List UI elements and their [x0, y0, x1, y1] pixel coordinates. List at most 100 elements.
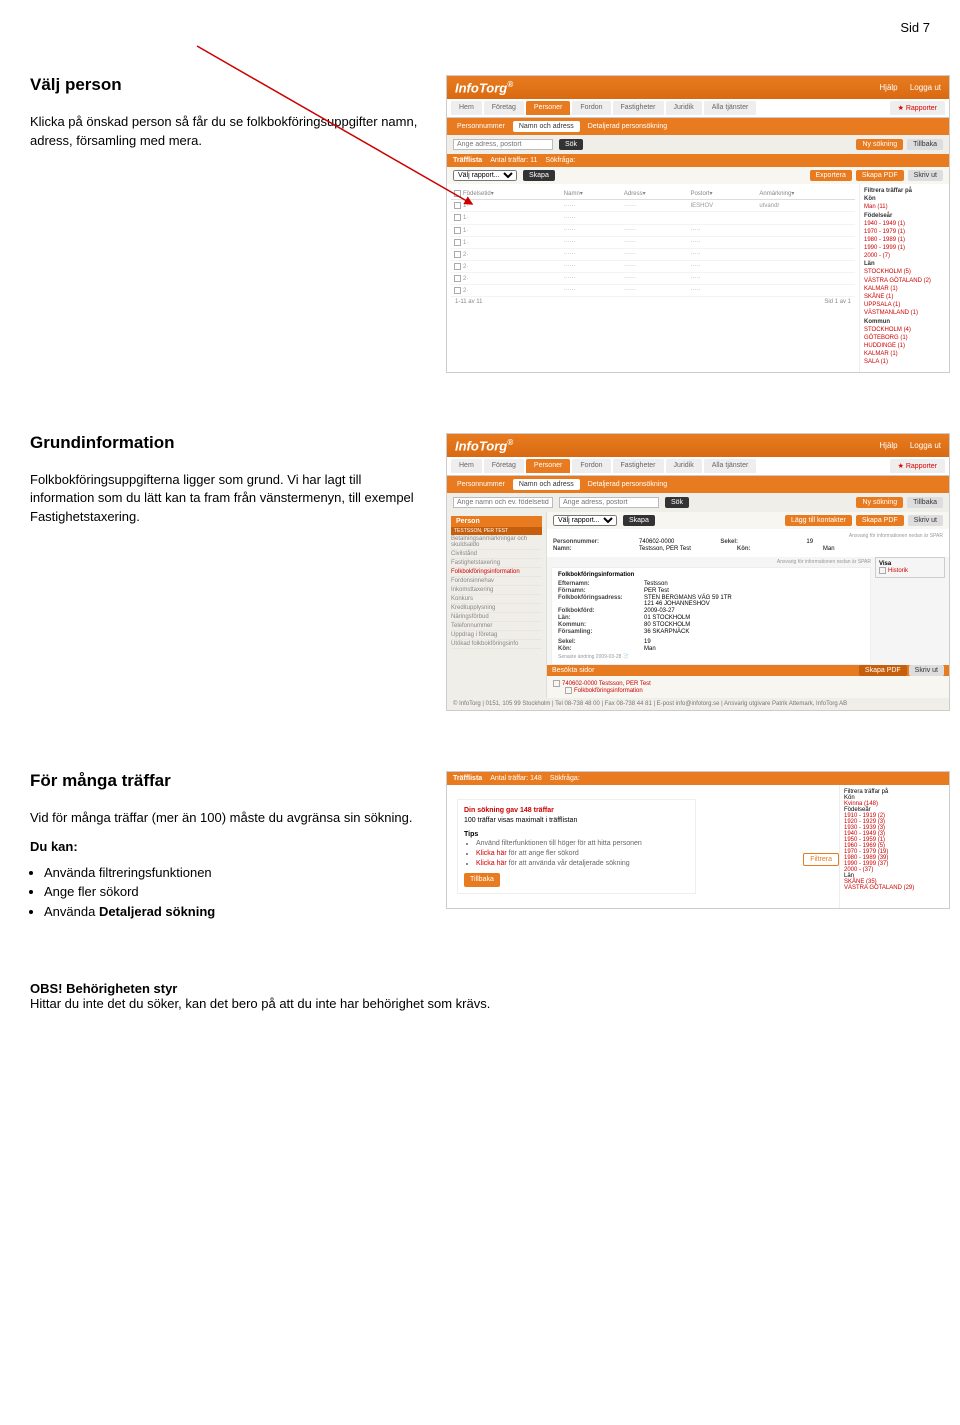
export-button[interactable]: Exportera [810, 170, 852, 181]
back-button[interactable]: Tillbaka [907, 497, 943, 508]
pdf-button[interactable]: Skapa PDF [856, 170, 904, 181]
filter-item[interactable]: KALMAR (1) [864, 351, 945, 358]
filter-item[interactable]: SKÅNE (1) [864, 294, 945, 301]
create-button[interactable]: Skapa [523, 170, 555, 181]
row-checkbox[interactable] [454, 227, 461, 234]
tips-link[interactable]: Klicka här [476, 850, 507, 857]
filter-item[interactable]: 1990 - 1999 (1) [864, 245, 945, 252]
table-row[interactable]: 1·················· [451, 236, 855, 248]
filter-item[interactable]: VÄSTRA GÖTALAND (2) [864, 278, 945, 285]
pdf-button[interactable]: Skapa PDF [859, 665, 907, 676]
filter-item[interactable]: GÖTEBORG (1) [864, 335, 945, 342]
report-select[interactable]: Välj rapport... [453, 170, 517, 181]
menu-item[interactable]: Fordonsinnehav [451, 577, 542, 586]
logout-link[interactable]: Logga ut [910, 441, 941, 450]
row-checkbox[interactable] [454, 263, 461, 270]
table-row[interactable]: 1······· [451, 212, 855, 224]
pdf-button[interactable]: Skapa PDF [856, 515, 904, 526]
subtab-detaljerad[interactable]: Detaljerad personsökning [582, 121, 673, 132]
menu-item[interactable]: Fastighetstaxering [451, 559, 542, 568]
menu-item[interactable]: Utökad folkbokföringsinfo [451, 640, 542, 649]
filter-item[interactable]: 1970 - 1979 (1) [864, 229, 945, 236]
row-checkbox[interactable] [454, 251, 461, 258]
filter-item[interactable]: STOCKHOLM (5) [864, 269, 945, 276]
table-row[interactable]: 2·················· [451, 248, 855, 260]
table-row[interactable]: 1·················· [451, 224, 855, 236]
filter-item[interactable]: VÄSTMANLAND (1) [864, 310, 945, 317]
filter-item[interactable]: STOCKHOLM (4) [864, 327, 945, 334]
row-checkbox[interactable] [454, 239, 461, 246]
menu-item[interactable]: Betalningsanmärkningar och skuldsaldo [451, 535, 542, 550]
filter-item[interactable]: UPPSALA (1) [864, 302, 945, 309]
tab-personer[interactable]: Personer [526, 101, 570, 115]
visa-item[interactable]: Historik [879, 567, 941, 574]
tab-fordon[interactable]: Fordon [572, 101, 610, 115]
menu-item[interactable]: Näringsförbud [451, 613, 542, 622]
row-checkbox[interactable] [454, 202, 461, 209]
tab-juridik[interactable]: Juridik [666, 101, 702, 115]
tab-hem[interactable]: Hem [451, 459, 482, 473]
new-search-button[interactable]: Ny sökning [856, 497, 903, 508]
new-search-button[interactable]: Ny sökning [856, 139, 903, 150]
col-postort[interactable]: Postort▾ [687, 188, 756, 200]
report-select[interactable]: Välj rapport... [553, 515, 617, 526]
checkbox-all[interactable] [454, 190, 461, 197]
search-input-addr[interactable] [559, 497, 659, 508]
menu-item[interactable]: Telefonnummer [451, 622, 542, 631]
table-row[interactable]: 2·················· [451, 272, 855, 284]
tab-rapporter[interactable]: ★Rapporter [890, 101, 945, 115]
row-checkbox[interactable] [454, 275, 461, 282]
filter-button[interactable]: Filtrera [803, 853, 839, 866]
menu-item[interactable]: Uppdrag i företag [451, 631, 542, 640]
col-adress[interactable]: Adress▾ [621, 188, 688, 200]
add-contacts-button[interactable]: Lägg till kontakter [785, 515, 852, 526]
help-link[interactable]: Hjälp [879, 441, 897, 450]
filter-item[interactable]: 2000 - (7) [864, 253, 945, 260]
print-button[interactable]: Skriv ut [908, 170, 943, 181]
col-fodelsetid[interactable]: Födelsetid [463, 191, 491, 197]
table-row[interactable]: 2·················· [451, 284, 855, 296]
subtab-detaljerad[interactable]: Detaljerad personsökning [582, 479, 673, 490]
tab-hem[interactable]: Hem [451, 101, 482, 115]
menu-item[interactable]: Konkurs [451, 595, 542, 604]
row-checkbox[interactable] [454, 287, 461, 294]
visa-checkbox[interactable] [879, 567, 886, 574]
tab-personer[interactable]: Personer [526, 459, 570, 473]
tab-alla[interactable]: Alla tjänster [704, 101, 757, 115]
filter-item[interactable]: SALA (1) [864, 359, 945, 366]
filter-item[interactable]: Man (11) [864, 204, 945, 211]
search-input[interactable] [453, 139, 553, 150]
filter-item[interactable]: HUDDINGE (1) [864, 343, 945, 350]
col-namn[interactable]: Namn▾ [561, 188, 621, 200]
subtab-namn-adress[interactable]: Namn och adress [513, 121, 580, 132]
subtab-personnummer[interactable]: Personnummer [451, 479, 511, 490]
menu-item[interactable]: Civilstånd [451, 550, 542, 559]
tab-fordon[interactable]: Fordon [572, 459, 610, 473]
tab-fastigheter[interactable]: Fastigheter [613, 459, 664, 473]
search-button[interactable]: Sök [559, 139, 583, 150]
tab-alla[interactable]: Alla tjänster [704, 459, 757, 473]
help-link[interactable]: Hjälp [879, 83, 897, 92]
tab-rapporter[interactable]: ★Rapporter [890, 459, 945, 473]
back-button[interactable]: Tillbaka [464, 873, 500, 887]
visited-checkbox[interactable] [553, 680, 560, 687]
logout-link[interactable]: Logga ut [910, 83, 941, 92]
tips-link[interactable]: Klicka här [476, 860, 507, 867]
menu-item[interactable]: Inkomsttaxering [451, 586, 542, 595]
print-button[interactable]: Skriv ut [908, 515, 943, 526]
table-row[interactable]: 2·················· [451, 260, 855, 272]
search-button[interactable]: Sök [665, 497, 689, 508]
row-checkbox[interactable] [454, 214, 461, 221]
filter-item[interactable]: 1940 - 1949 (1) [864, 221, 945, 228]
subtab-namn-adress[interactable]: Namn och adress [513, 479, 580, 490]
create-button[interactable]: Skapa [623, 515, 655, 526]
filter-item[interactable]: KALMAR (1) [864, 286, 945, 293]
table-row[interactable]: 1·············IESHOVutvandr [451, 200, 855, 212]
back-button[interactable]: Tillbaka [907, 139, 943, 150]
tab-juridik[interactable]: Juridik [666, 459, 702, 473]
col-anmarkning[interactable]: Anmärkning▾ [756, 188, 855, 200]
menu-item[interactable]: Kreditupplysning [451, 604, 542, 613]
filter-item[interactable]: 1980 - 1989 (1) [864, 237, 945, 244]
visited-checkbox[interactable] [565, 687, 572, 694]
subtab-personnummer[interactable]: Personnummer [451, 121, 511, 132]
